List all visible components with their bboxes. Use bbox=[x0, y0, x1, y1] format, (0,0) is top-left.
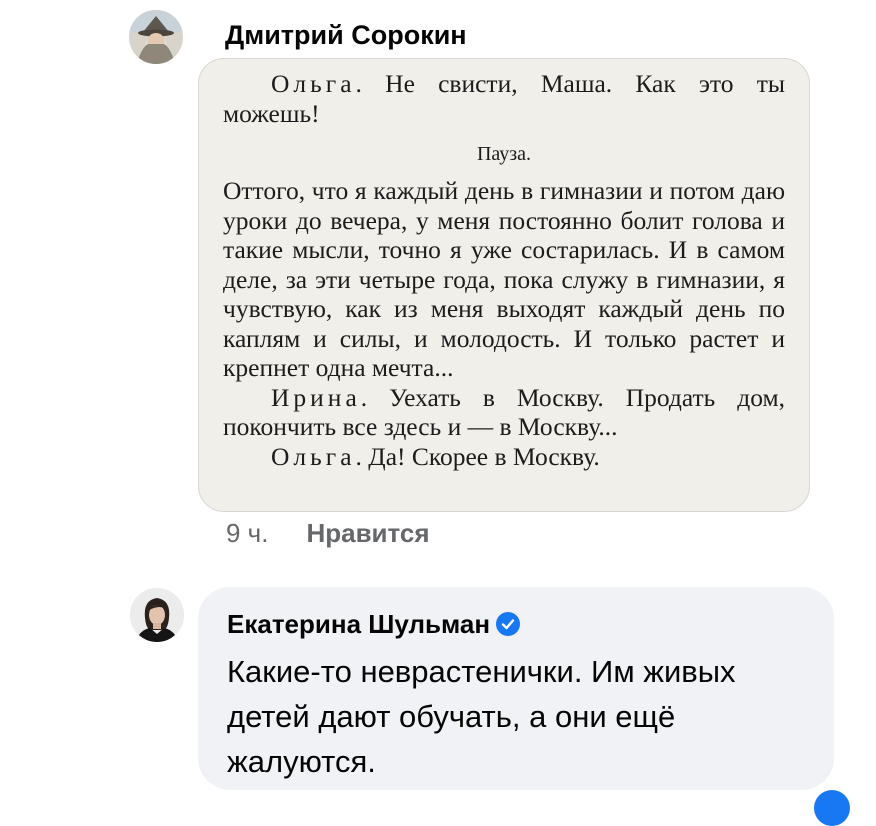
speaker-name: Ольга bbox=[271, 69, 356, 98]
author-name[interactable]: Екатерина Шульман bbox=[227, 609, 490, 639]
dialogue-text: . Да! Скорее в Москву. bbox=[355, 441, 600, 471]
author-name-row: Екатерина Шульман bbox=[227, 609, 521, 640]
speaker-name: Ирина bbox=[271, 382, 361, 412]
reaction-icon[interactable] bbox=[814, 790, 850, 826]
book-page-text: Ольга. Не свисти, Маша. Как это ты можеш… bbox=[223, 69, 785, 471]
woman-portrait-avatar-icon bbox=[130, 588, 184, 642]
comment-text: Какие-то неврастенички. Им живых детей д… bbox=[227, 654, 736, 779]
dialogue-line: Ирина. Уехать в Москву. Продать дом, пок… bbox=[223, 383, 785, 442]
stage-direction: Пауза. bbox=[476, 143, 532, 165]
attached-book-page-photo[interactable]: Ольга. Не свисти, Маша. Как это ты можеш… bbox=[198, 58, 810, 512]
author-name[interactable]: Дмитрий Сорокин bbox=[225, 20, 467, 51]
comment-timestamp[interactable]: 9 ч. bbox=[226, 518, 268, 549]
monologue-paragraph: Оттого, что я каждый день в гимназии и п… bbox=[223, 176, 785, 382]
author-avatar[interactable] bbox=[130, 588, 184, 642]
speaker-name: Ольга bbox=[271, 441, 356, 471]
author-avatar[interactable] bbox=[129, 10, 183, 64]
comment-bubble: Екатерина Шульман Какие-то неврастенички… bbox=[198, 587, 834, 790]
dialogue-line: Ольга. Да! Скорее в Москву. bbox=[223, 442, 785, 472]
verified-badge-icon bbox=[496, 612, 521, 636]
comment-meta: 9 ч. Нравится bbox=[226, 518, 430, 549]
dialogue-line: Ольга. Не свисти, Маша. Как это ты можеш… bbox=[223, 69, 785, 128]
wizard-avatar-icon bbox=[129, 10, 183, 64]
like-button[interactable]: Нравится bbox=[306, 518, 429, 548]
